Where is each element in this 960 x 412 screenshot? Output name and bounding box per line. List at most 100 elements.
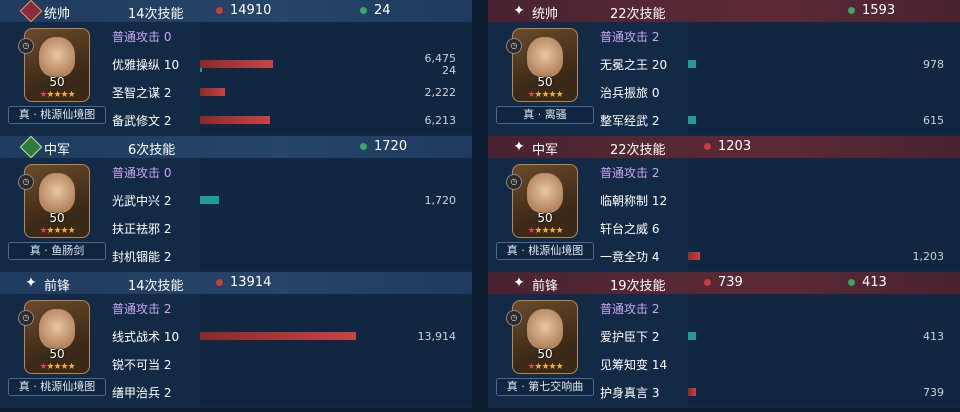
- panel-header: ✦ 前锋 19次技能 739 413: [488, 272, 960, 294]
- skill-name-text: 普通攻击: [112, 30, 161, 44]
- clock-icon: ◷: [18, 174, 34, 190]
- skill-count-value: 3: [651, 386, 660, 400]
- skill-name: 光武中兴 2: [112, 192, 171, 209]
- skill-count-value: 2: [651, 30, 660, 44]
- left-general-panel: 中军 6次技能 1720 50 ★★★★★ ◷ 真 · 鱼肠剑 普通攻击 0 光…: [0, 135, 472, 272]
- treasure-set-label[interactable]: 真 · 桃源仙境图: [8, 378, 106, 396]
- general-portrait[interactable]: 50 ★★★★★: [24, 164, 90, 238]
- skill-bar-track: [688, 22, 960, 50]
- skill-bar-track: [200, 378, 472, 406]
- damage-amount: 1,203: [912, 250, 945, 263]
- right-team-column: ✦ 统帅 22次技能 1593 50 ★★★★★ ◷ 真 · 离骚 普通攻击 2…: [488, 0, 960, 412]
- damage-dot-icon: [704, 143, 711, 150]
- skill-name-text: 普通攻击: [112, 302, 161, 316]
- skill-name: 普通攻击 0: [112, 28, 171, 45]
- skill-row: 普通攻击 2: [592, 22, 960, 50]
- panel-header: ✦ 中军 22次技能 1203: [488, 136, 960, 158]
- skill-count: 14次技能: [128, 279, 184, 294]
- skill-bar-track: [688, 322, 960, 350]
- general-level: 50: [537, 75, 553, 89]
- skill-count-value: 2: [651, 114, 660, 128]
- damage-dot-icon: [216, 279, 223, 286]
- general-portrait[interactable]: 50 ★★★★★: [512, 164, 578, 238]
- treasure-set-label[interactable]: 真 · 桃源仙境图: [496, 242, 594, 260]
- damage-bar: [200, 332, 356, 340]
- skill-name-text: 一竟全功: [600, 250, 649, 264]
- general-level: 50: [537, 347, 553, 361]
- clock-icon: ◷: [506, 174, 522, 190]
- panel-body: 50 ★★★★★ ◷ 真 · 桃源仙境图 普通攻击 2 临朝称制 12 轩台之威…: [488, 158, 960, 272]
- treasure-set-label[interactable]: 真 · 离骚: [496, 106, 594, 124]
- portrait-face: [39, 173, 75, 213]
- position-label: 统帅: [532, 7, 559, 22]
- skill-name-text: 普通攻击: [600, 30, 649, 44]
- general-portrait[interactable]: 50 ★★★★★: [512, 28, 578, 102]
- general-level: 50: [537, 211, 553, 225]
- skill-count-value: 2: [163, 358, 172, 372]
- general-level: 50: [49, 211, 65, 225]
- treasure-set-label[interactable]: 真 · 鱼肠剑: [8, 242, 106, 260]
- heal-bar: [688, 60, 696, 68]
- treasure-set-label[interactable]: 真 · 桃源仙境图: [8, 106, 106, 124]
- skill-name: 扶正祛邪 2: [112, 220, 171, 237]
- skill-name: 备武修文 2: [112, 112, 171, 129]
- star-rating-icon: ★★★★★: [39, 226, 75, 236]
- general-portrait[interactable]: 50 ★★★★★: [24, 28, 90, 102]
- skill-count-value: 2: [163, 386, 172, 400]
- skill-row: 锐不可当 2: [104, 350, 472, 378]
- skill-name: 缮甲治兵 2: [112, 384, 171, 401]
- skill-name: 普通攻击 2: [600, 28, 659, 45]
- skill-count-value: 2: [163, 222, 172, 236]
- skill-row: 护身真言 3 739: [592, 378, 960, 406]
- star-rating-icon: ★★★★★: [39, 362, 75, 372]
- skill-row: 见筹知变 14: [592, 350, 960, 378]
- portrait-face: [527, 309, 563, 349]
- damage-amount: 6,213: [424, 114, 457, 127]
- skill-row: 普通攻击 2: [592, 158, 960, 186]
- skill-name: 护身真言 3: [600, 384, 659, 401]
- skill-count-value: 0: [163, 166, 172, 180]
- skill-count: 14次技能: [128, 7, 184, 22]
- damage-dot-icon: [216, 7, 223, 14]
- skill-bar-track: [688, 294, 960, 322]
- treasure-set-label[interactable]: 真 · 第七交响曲: [496, 378, 594, 396]
- skill-count-value: 12: [651, 194, 668, 208]
- skill-name-text: 圣智之谋: [112, 86, 161, 100]
- heal-dot-icon: [848, 279, 855, 286]
- skill-bar-track: [200, 214, 472, 242]
- heal-amount: 24: [442, 64, 456, 77]
- skill-bar-track: [200, 22, 472, 50]
- general-portrait[interactable]: 50 ★★★★★: [512, 300, 578, 374]
- skill-name: 线式战术 10: [112, 328, 179, 345]
- skill-name-text: 缮甲治兵: [112, 386, 161, 400]
- skill-bar-track: [688, 106, 960, 134]
- skill-row: 一竟全功 4 1,203: [592, 242, 960, 270]
- skill-name-text: 护身真言: [600, 386, 649, 400]
- skill-row: 普通攻击 2: [592, 294, 960, 322]
- star-rating-icon: ★★★★★: [527, 90, 563, 100]
- skill-bar-track: [200, 158, 472, 186]
- heal-amount: 978: [923, 58, 944, 71]
- skill-count-value: 14: [651, 358, 668, 372]
- skill-name-text: 爱护臣下: [600, 330, 649, 344]
- skill-name-text: 普通攻击: [600, 166, 649, 180]
- damage-bar: [200, 88, 225, 96]
- position-label: 统帅: [44, 7, 71, 22]
- general-level: 50: [49, 75, 65, 89]
- skill-row: 普通攻击 0: [104, 22, 472, 50]
- panel-header: ✦ 前锋 14次技能 13914: [0, 272, 472, 294]
- panel-body: 50 ★★★★★ ◷ 真 · 桃源仙境图 普通攻击 2 线式战术 10 13,91…: [0, 294, 472, 408]
- general-portrait[interactable]: 50 ★★★★★: [24, 300, 90, 374]
- green-heart-badge-icon: [19, 135, 43, 159]
- heal-dot-icon: [360, 143, 367, 150]
- damage-bar: [200, 116, 270, 124]
- heal-total: 24: [374, 3, 391, 18]
- skill-row: 光武中兴 2 1,720: [104, 186, 472, 214]
- clock-icon: ◷: [506, 38, 522, 54]
- clock-icon: ◷: [18, 38, 34, 54]
- skill-row: 爱护臣下 2 413: [592, 322, 960, 350]
- skill-name-text: 普通攻击: [600, 302, 649, 316]
- skill-count-value: 10: [163, 58, 180, 72]
- skill-bar-track: [688, 50, 960, 78]
- skill-row: 普通攻击 2: [104, 294, 472, 322]
